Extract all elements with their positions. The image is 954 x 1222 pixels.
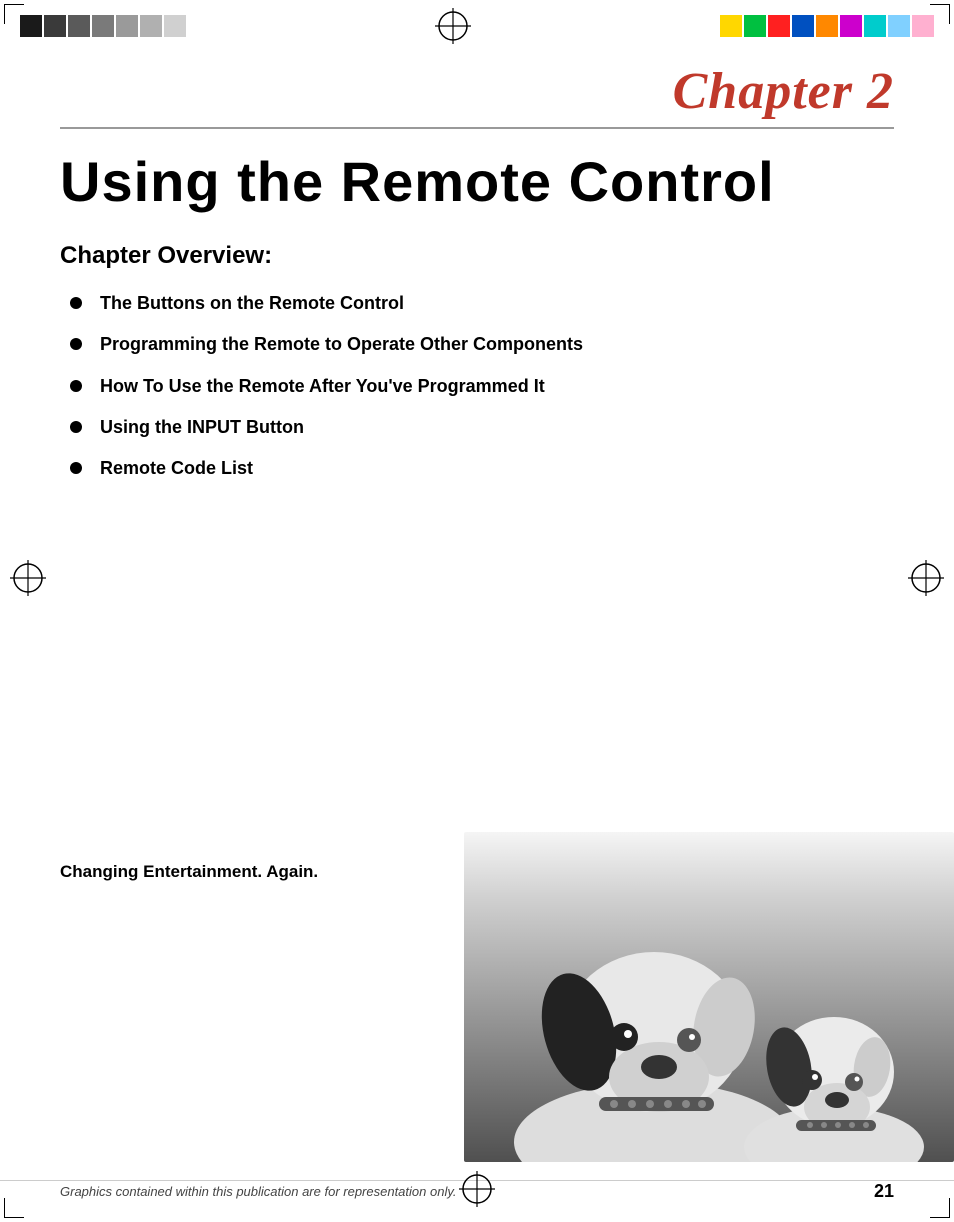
bullet-dot: [70, 380, 82, 392]
swatch-2: [44, 15, 66, 37]
crosshair-right: [908, 560, 944, 601]
swatch-r5: [816, 15, 838, 37]
bullet-text: The Buttons on the Remote Control: [100, 292, 404, 315]
list-item: How To Use the Remote After You've Progr…: [70, 375, 894, 398]
footer-note: Graphics contained within this publicati…: [60, 1184, 456, 1199]
bullet-text: Programming the Remote to Operate Other …: [100, 333, 583, 356]
swatch-3: [68, 15, 90, 37]
caption-text: Changing Entertainment. Again.: [60, 862, 318, 881]
top-bar: [0, 0, 954, 52]
color-swatches-right: [720, 15, 934, 37]
bullet-list: The Buttons on the Remote Control Progra…: [70, 292, 894, 481]
main-content: Using the Remote Control Chapter Overvie…: [0, 129, 954, 481]
swatch-r3: [768, 15, 790, 37]
list-item: The Buttons on the Remote Control: [70, 292, 894, 315]
bullet-dot: [70, 338, 82, 350]
chapter-header: Chapter 2: [0, 52, 954, 129]
bullet-dot: [70, 421, 82, 433]
list-item: Programming the Remote to Operate Other …: [70, 333, 894, 356]
section-heading: Chapter Overview:: [60, 242, 894, 270]
bullet-text: How To Use the Remote After You've Progr…: [100, 375, 545, 398]
list-item: Remote Code List: [70, 457, 894, 480]
crosshair-bottom: [459, 1171, 495, 1212]
crosshair-left: [10, 560, 46, 601]
bullet-dot: [70, 462, 82, 474]
swatch-7: [164, 15, 186, 37]
list-item: Using the INPUT Button: [70, 416, 894, 439]
page-number: 21: [874, 1181, 894, 1202]
swatch-r7: [864, 15, 886, 37]
swatch-r9: [912, 15, 934, 37]
swatch-5: [116, 15, 138, 37]
chapter-label: Chapter 2: [60, 62, 894, 121]
swatch-r2: [744, 15, 766, 37]
swatch-1: [20, 15, 42, 37]
swatch-r1: [720, 15, 742, 37]
bullet-text: Using the INPUT Button: [100, 416, 304, 439]
swatch-r8: [888, 15, 910, 37]
chapter-rule: [60, 127, 894, 129]
image-caption: Changing Entertainment. Again.: [60, 862, 318, 882]
swatch-6: [140, 15, 162, 37]
swatch-r4: [792, 15, 814, 37]
swatch-r6: [840, 15, 862, 37]
swatch-4: [92, 15, 114, 37]
dogs-illustration: [454, 832, 954, 1162]
color-swatches-left: [20, 15, 186, 37]
page-title: Using the Remote Control: [60, 153, 894, 212]
bullet-text: Remote Code List: [100, 457, 253, 480]
crosshair-top: [435, 8, 471, 44]
bullet-dot: [70, 297, 82, 309]
